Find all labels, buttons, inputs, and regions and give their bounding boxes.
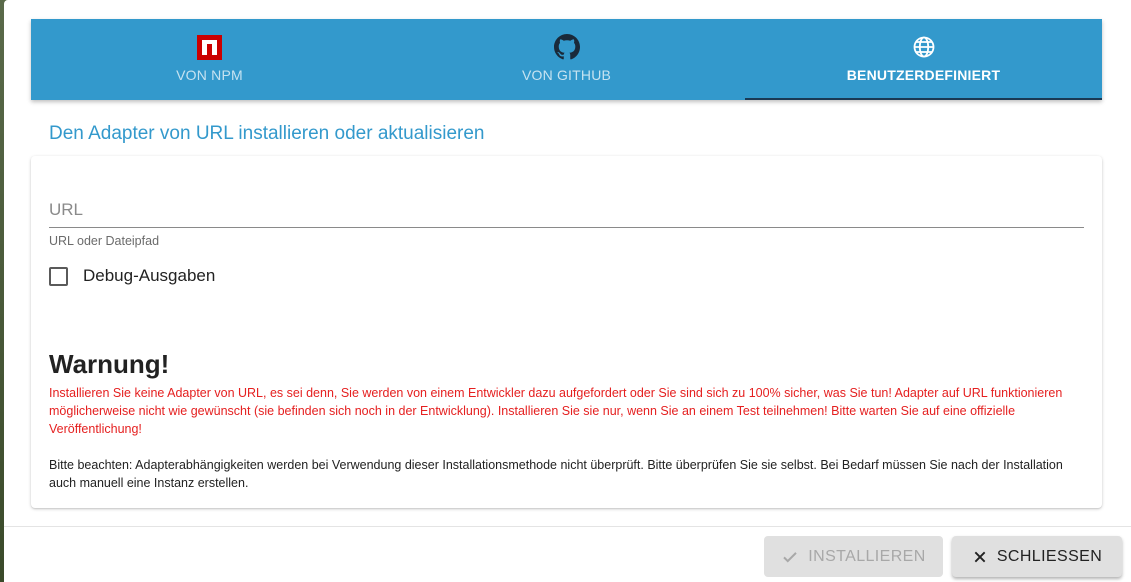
install-button-label: INSTALLIEREN <box>808 547 926 565</box>
github-icon <box>553 34 580 60</box>
tab-github[interactable]: VON GITHUB <box>388 19 745 100</box>
note-text: Bitte beachten: Adapterabhängigkeiten we… <box>49 458 1063 490</box>
globe-icon <box>912 34 936 60</box>
tab-npm-label: VON NPM <box>176 67 243 83</box>
url-helper-text: URL oder Dateipfad <box>49 234 160 248</box>
close-icon <box>972 549 988 565</box>
close-button[interactable]: SCHLIESSEN <box>952 536 1122 577</box>
tab-npm[interactable]: VON NPM <box>31 19 388 100</box>
warning-title: Warnung! <box>49 349 170 379</box>
check-icon <box>781 548 799 566</box>
warning-text: Installieren Sie keine Adapter von URL, … <box>49 386 1063 436</box>
close-button-label: SCHLIESSEN <box>996 547 1103 565</box>
source-tabbar: VON NPM VON GITHUB BENUTZERDEFINIERT <box>31 19 1102 100</box>
debug-checkbox-row[interactable]: Debug-Ausgaben <box>49 266 215 286</box>
url-field[interactable] <box>49 194 1084 228</box>
npm-icon <box>197 34 222 60</box>
install-dialog: VON NPM VON GITHUB BENUTZERDEFINIERT Den… <box>4 0 1131 582</box>
tab-github-label: VON GITHUB <box>521 67 612 83</box>
install-button[interactable]: INSTALLIEREN <box>764 536 943 577</box>
tab-custom[interactable]: BENUTZERDEFINIERT <box>745 19 1102 100</box>
tab-custom-label: BENUTZERDEFINIERT <box>846 67 1001 83</box>
dialog-heading: Den Adapter von URL installieren oder ak… <box>49 123 485 144</box>
debug-checkbox[interactable] <box>49 266 68 286</box>
url-install-card: URL oder Dateipfad Debug-Ausgaben Warnun… <box>31 156 1102 508</box>
footer-divider <box>4 526 1131 527</box>
debug-checkbox-label[interactable]: Debug-Ausgaben <box>83 266 215 286</box>
url-input[interactable] <box>49 194 1084 226</box>
